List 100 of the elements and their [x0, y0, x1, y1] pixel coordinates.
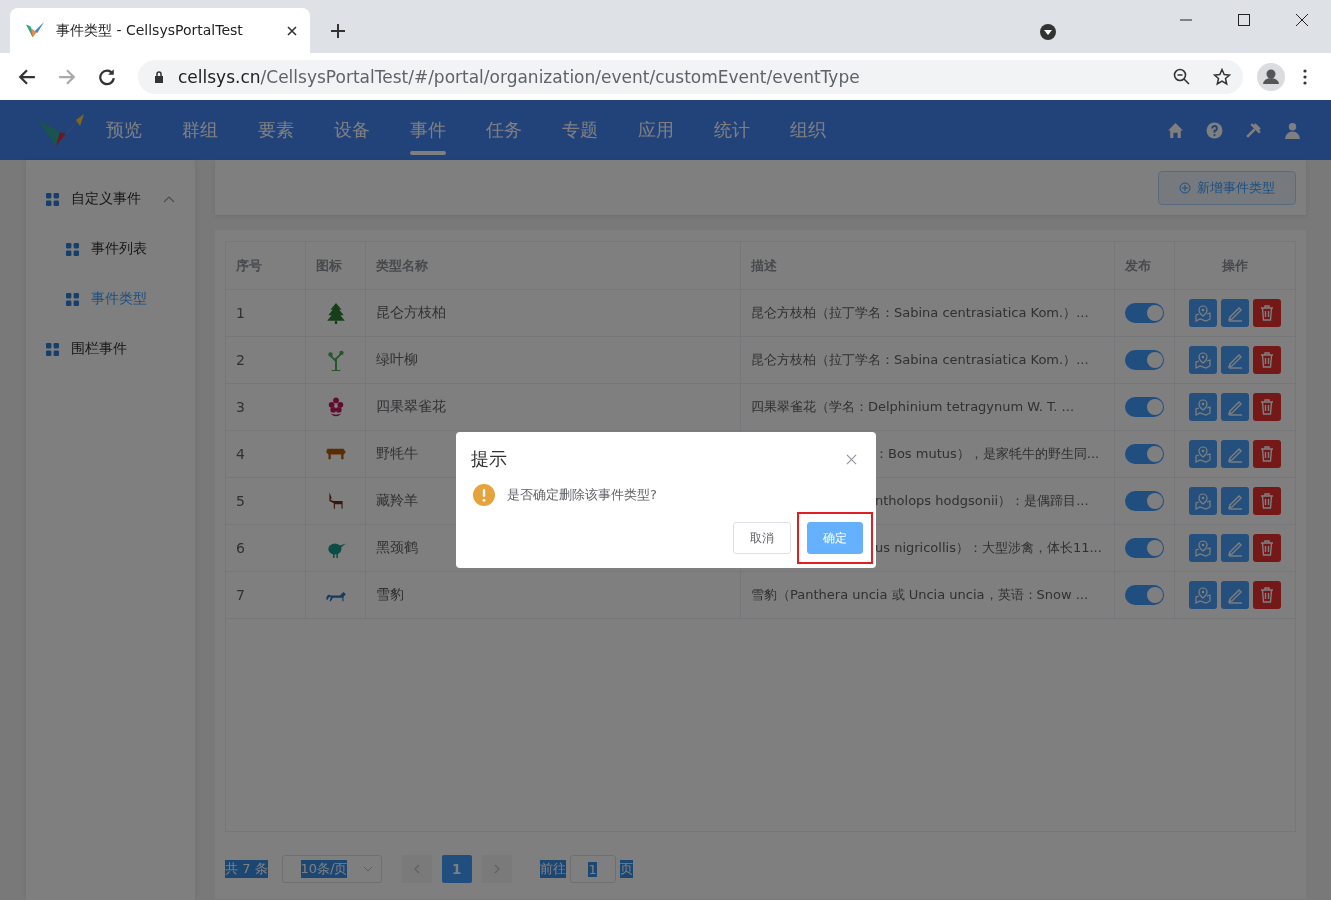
back-icon[interactable]	[18, 67, 36, 86]
nav-tab[interactable]: 设备	[334, 100, 410, 160]
new-tab-icon[interactable]	[330, 23, 346, 39]
delete-button[interactable]	[1253, 393, 1281, 421]
toggle-switch[interactable]	[1125, 397, 1164, 417]
maximize-icon[interactable]	[1237, 13, 1251, 27]
dialog-title: 提示	[471, 447, 507, 471]
edit-button[interactable]	[1221, 487, 1249, 515]
star-icon[interactable]	[1213, 67, 1231, 86]
tools-icon[interactable]	[1245, 121, 1262, 139]
nav-tab[interactable]: 组织	[790, 100, 866, 160]
map-pin-icon	[1194, 539, 1212, 557]
home-icon[interactable]	[1167, 121, 1184, 139]
zoom-out-icon[interactable]	[1173, 67, 1191, 86]
nav-tab[interactable]: 预览	[106, 100, 182, 160]
dialog-message: 是否确定删除该事件类型?	[507, 486, 657, 504]
grid-icon	[46, 192, 59, 206]
nav-tab[interactable]: 任务	[486, 100, 562, 160]
toggle-switch[interactable]	[1125, 491, 1164, 511]
page-number[interactable]: 1	[441, 855, 472, 884]
table-cell: 1	[226, 290, 306, 336]
page-suffix: 页	[619, 860, 633, 879]
cancel-button[interactable]: 取消	[733, 522, 791, 554]
page-size-select[interactable]: 10条/页	[281, 855, 382, 884]
toggle-switch[interactable]	[1125, 303, 1164, 323]
edit-button[interactable]	[1221, 346, 1249, 374]
close-icon[interactable]	[286, 24, 298, 37]
user-icon[interactable]	[1284, 121, 1301, 139]
trash-icon	[1258, 351, 1276, 369]
map-button[interactable]	[1189, 581, 1217, 609]
table-cell: 3	[226, 384, 306, 430]
toggle-switch[interactable]	[1125, 350, 1164, 370]
table-cell: 昆仑方枝柏	[366, 290, 741, 336]
goto-label: 前往	[539, 860, 566, 879]
page-input[interactable]: 1	[569, 855, 616, 884]
nav-tab[interactable]: 统计	[714, 100, 790, 160]
sidebar-item[interactable]: 围栏事件	[26, 324, 195, 374]
sidebar-item[interactable]: 自定义事件	[26, 174, 195, 224]
table-cell: 7	[226, 572, 306, 618]
edit-button[interactable]	[1221, 299, 1249, 327]
map-button[interactable]	[1189, 534, 1217, 562]
caret-icon[interactable]	[163, 194, 175, 204]
nav-tab[interactable]: 专题	[562, 100, 638, 160]
trash-icon	[1258, 492, 1276, 510]
address-field[interactable]: cellsys.cn/CellsysPortalTest/#/portal/organization/event/customEvent/eventType	[138, 59, 1243, 94]
delete-button[interactable]	[1253, 487, 1281, 515]
edit-button[interactable]	[1221, 534, 1249, 562]
toggle-switch[interactable]	[1125, 538, 1164, 558]
edit-button[interactable]	[1221, 393, 1249, 421]
sidebar-item[interactable]: 事件类型	[26, 274, 195, 324]
confirm-button[interactable]: 确定	[807, 522, 863, 554]
sidebar-label: 事件类型	[91, 290, 148, 308]
delete-button[interactable]	[1253, 440, 1281, 468]
map-button[interactable]	[1189, 346, 1217, 374]
browser-tab[interactable]: 事件类型 - CellsysPortalTest	[10, 8, 310, 53]
map-button[interactable]	[1189, 487, 1217, 515]
map-pin-icon	[1194, 492, 1212, 510]
trash-icon	[1258, 398, 1276, 416]
nav-tab[interactable]: 事件	[410, 100, 486, 160]
delete-button[interactable]	[1253, 534, 1281, 562]
logo-icon	[36, 112, 86, 148]
add-icon	[1179, 181, 1191, 194]
nav-tab[interactable]: 应用	[638, 100, 714, 160]
tree-icon	[325, 302, 346, 324]
next-page-button[interactable]	[481, 855, 512, 884]
nav-tab[interactable]: 群组	[182, 100, 258, 160]
table-cell: 四果翠雀花	[366, 384, 741, 430]
delete-button[interactable]	[1253, 346, 1281, 374]
page-input-value: 1	[588, 861, 597, 877]
toggle-switch[interactable]	[1125, 444, 1164, 464]
page-size-value: 10条/页	[300, 860, 348, 879]
map-pin-icon	[1194, 445, 1212, 463]
nav-tab[interactable]: 要素	[258, 100, 334, 160]
map-button[interactable]	[1189, 299, 1217, 327]
map-pin-icon	[1194, 398, 1212, 416]
map-button[interactable]	[1189, 440, 1217, 468]
tab-title: 事件类型 - CellsysPortalTest	[56, 21, 244, 40]
close-icon[interactable]	[1295, 13, 1309, 27]
menu-icon[interactable]	[1303, 68, 1307, 85]
map-button[interactable]	[1189, 393, 1217, 421]
toggle-switch[interactable]	[1125, 585, 1164, 605]
edit-button[interactable]	[1221, 581, 1249, 609]
sidebar-label: 自定义事件	[71, 190, 142, 208]
previous-page-button[interactable]	[401, 855, 432, 884]
dropdown-icon[interactable]	[1039, 23, 1057, 41]
help-icon[interactable]	[1206, 121, 1223, 139]
sprout-icon	[325, 349, 346, 371]
url-text: cellsys.cn/CellsysPortalTest/#/portal/organization/event/customEvent/eventType	[178, 66, 860, 87]
delete-button[interactable]	[1253, 581, 1281, 609]
avatar-icon[interactable]	[1257, 62, 1285, 91]
table-cell: 6	[226, 525, 306, 571]
forward-icon[interactable]	[58, 67, 76, 86]
add-event-type-button[interactable]: 新增事件类型	[1158, 170, 1296, 205]
reload-icon[interactable]	[98, 67, 116, 86]
sidebar-item[interactable]: 事件列表	[26, 224, 195, 274]
lock-icon	[154, 70, 164, 83]
table-cell: 雪豹	[366, 572, 741, 618]
delete-button[interactable]	[1253, 299, 1281, 327]
table-cell: 昆仑方枝柏（拉丁学名：Sabina centrasiatica Kom.）...	[751, 351, 1089, 369]
edit-button[interactable]	[1221, 440, 1249, 468]
